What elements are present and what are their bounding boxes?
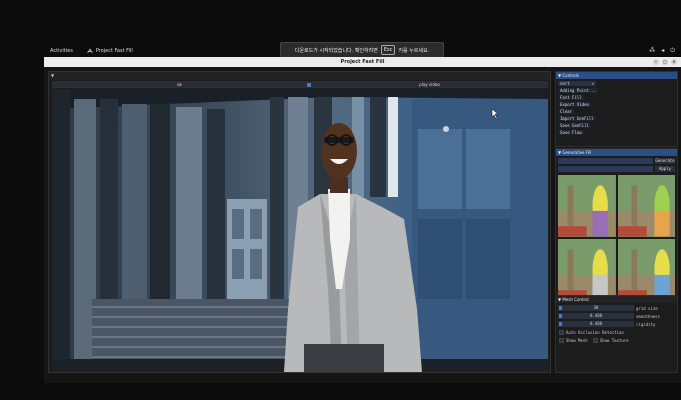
smoothness-label: smoothness <box>636 313 661 319</box>
slider-grab[interactable] <box>559 306 562 310</box>
slider-grab[interactable] <box>559 322 562 326</box>
fast-fill-button[interactable]: Fast Fill <box>558 95 584 100</box>
mode-select-value: sort <box>560 81 570 86</box>
thumbnail[interactable] <box>558 238 616 300</box>
grid-size-label: grid size <box>636 305 658 311</box>
minimize-button[interactable]: – <box>653 59 659 65</box>
show-mesh-label: Show Mesh <box>566 338 588 343</box>
mesh-control-header[interactable]: ▼ Mesh Control <box>556 296 677 303</box>
thumbnail[interactable] <box>617 175 675 237</box>
viewer-toolbar: ok play video <box>52 81 548 88</box>
app-window: Project Fast Fill – □ × ▼ ok play video <box>44 57 681 383</box>
grid-size-value: 30 <box>593 305 599 310</box>
rigidity-label: rigidity <box>636 321 656 327</box>
generative-fill-panel: ▼ Generative Fill Generate Apply <box>555 148 678 300</box>
show-mesh-checkbox[interactable] <box>559 338 564 343</box>
thumbnail-image <box>617 175 675 237</box>
activities-button[interactable]: Activities <box>50 48 73 54</box>
auto-occlusion-checkbox[interactable]: Auto Occlusion Detection <box>559 330 677 335</box>
mesh-control-panel: ▼ Mesh Control 30 grid size 0.400 smooth… <box>555 295 678 373</box>
controls-panel: ▼ Controls sort ▾ Adding Point... Fast F… <box>555 71 678 147</box>
close-button[interactable]: × <box>671 59 677 65</box>
adding-point-button[interactable]: Adding Point... <box>558 88 599 93</box>
apply-button[interactable]: Apply <box>655 166 675 172</box>
auto-occlusion-label: Auto Occlusion Detection <box>566 330 624 335</box>
maximize-button[interactable]: □ <box>662 59 668 65</box>
thumbnail-image <box>617 238 675 300</box>
generated-thumbnails <box>558 175 675 300</box>
toast-text-after: 키를 누르세요. <box>398 47 430 54</box>
smoothness-slider[interactable]: 0.400 <box>558 313 634 319</box>
network-icon[interactable]: ⁂ <box>649 47 655 55</box>
rigidity-slider[interactable]: 0.400 <box>558 321 634 327</box>
power-icon[interactable]: ⏻ <box>670 47 675 55</box>
show-texture-label: Show Texture <box>599 338 629 343</box>
mode-select[interactable]: sort ▾ <box>558 81 596 86</box>
import-genfill-button[interactable]: Import GenFill <box>558 116 596 121</box>
window-titlebar[interactable]: Project Fast Fill – □ × <box>44 57 681 67</box>
controls-title: Controls <box>562 73 579 78</box>
clear-button[interactable]: Clear <box>558 109 575 114</box>
thumbnail[interactable] <box>558 175 616 237</box>
esc-key-badge: Esc <box>380 45 396 55</box>
show-texture-checkbox[interactable] <box>592 338 598 343</box>
video-viewer-panel: ▼ ok play video <box>48 71 551 373</box>
generative-fill-title: Generative Fill <box>562 150 592 155</box>
thumbnail-image <box>558 238 616 300</box>
mesh-texture-row: Show Mesh Show Texture <box>559 338 677 343</box>
slider-grab[interactable] <box>559 314 562 318</box>
generate-button[interactable]: Generate <box>655 158 675 164</box>
viewer-collapse-icon[interactable]: ▼ <box>49 72 550 80</box>
checkbox-box[interactable] <box>559 330 564 335</box>
rigidity-value: 0.400 <box>589 321 603 326</box>
grid-size-slider[interactable]: 30 <box>558 305 634 311</box>
play-video-button[interactable]: play video <box>311 82 548 87</box>
thumbnail-image <box>558 175 616 237</box>
save-flow-button[interactable]: Save Flow <box>558 130 584 135</box>
app-icon <box>87 48 93 53</box>
prompt-input[interactable] <box>558 158 653 164</box>
controls-panel-header[interactable]: ▼ Controls <box>556 72 677 79</box>
thumbnail[interactable] <box>617 238 675 300</box>
smoothness-value: 0.400 <box>589 313 603 318</box>
app-menu[interactable]: Project Fast Fill <box>87 48 133 54</box>
export-video-button[interactable]: Export Video <box>558 102 591 107</box>
ok-button[interactable]: ok <box>52 82 307 87</box>
toast-text-before: 다운로드가 시작되었습니다. 확인하려면 <box>294 47 378 54</box>
mesh-control-title: Mesh Control <box>562 297 589 302</box>
video-frame-image <box>52 89 548 372</box>
fullscreen-toast: 다운로드가 시작되었습니다. 확인하려면 Esc 키를 누르세요. <box>280 42 444 58</box>
prompt-input-2[interactable] <box>558 166 653 172</box>
video-frame[interactable] <box>52 89 548 372</box>
system-tray[interactable]: ⁂ ◂ ⏻ <box>649 47 675 55</box>
volume-icon[interactable]: ◂ <box>661 47 664 55</box>
window-title: Project Fast Fill <box>340 59 385 65</box>
save-genfill-button[interactable]: Save GenFill <box>558 123 591 128</box>
generative-fill-header[interactable]: ▼ Generative Fill <box>556 149 677 156</box>
chevron-down-icon: ▾ <box>591 81 594 86</box>
app-name: Project Fast Fill <box>95 48 133 54</box>
